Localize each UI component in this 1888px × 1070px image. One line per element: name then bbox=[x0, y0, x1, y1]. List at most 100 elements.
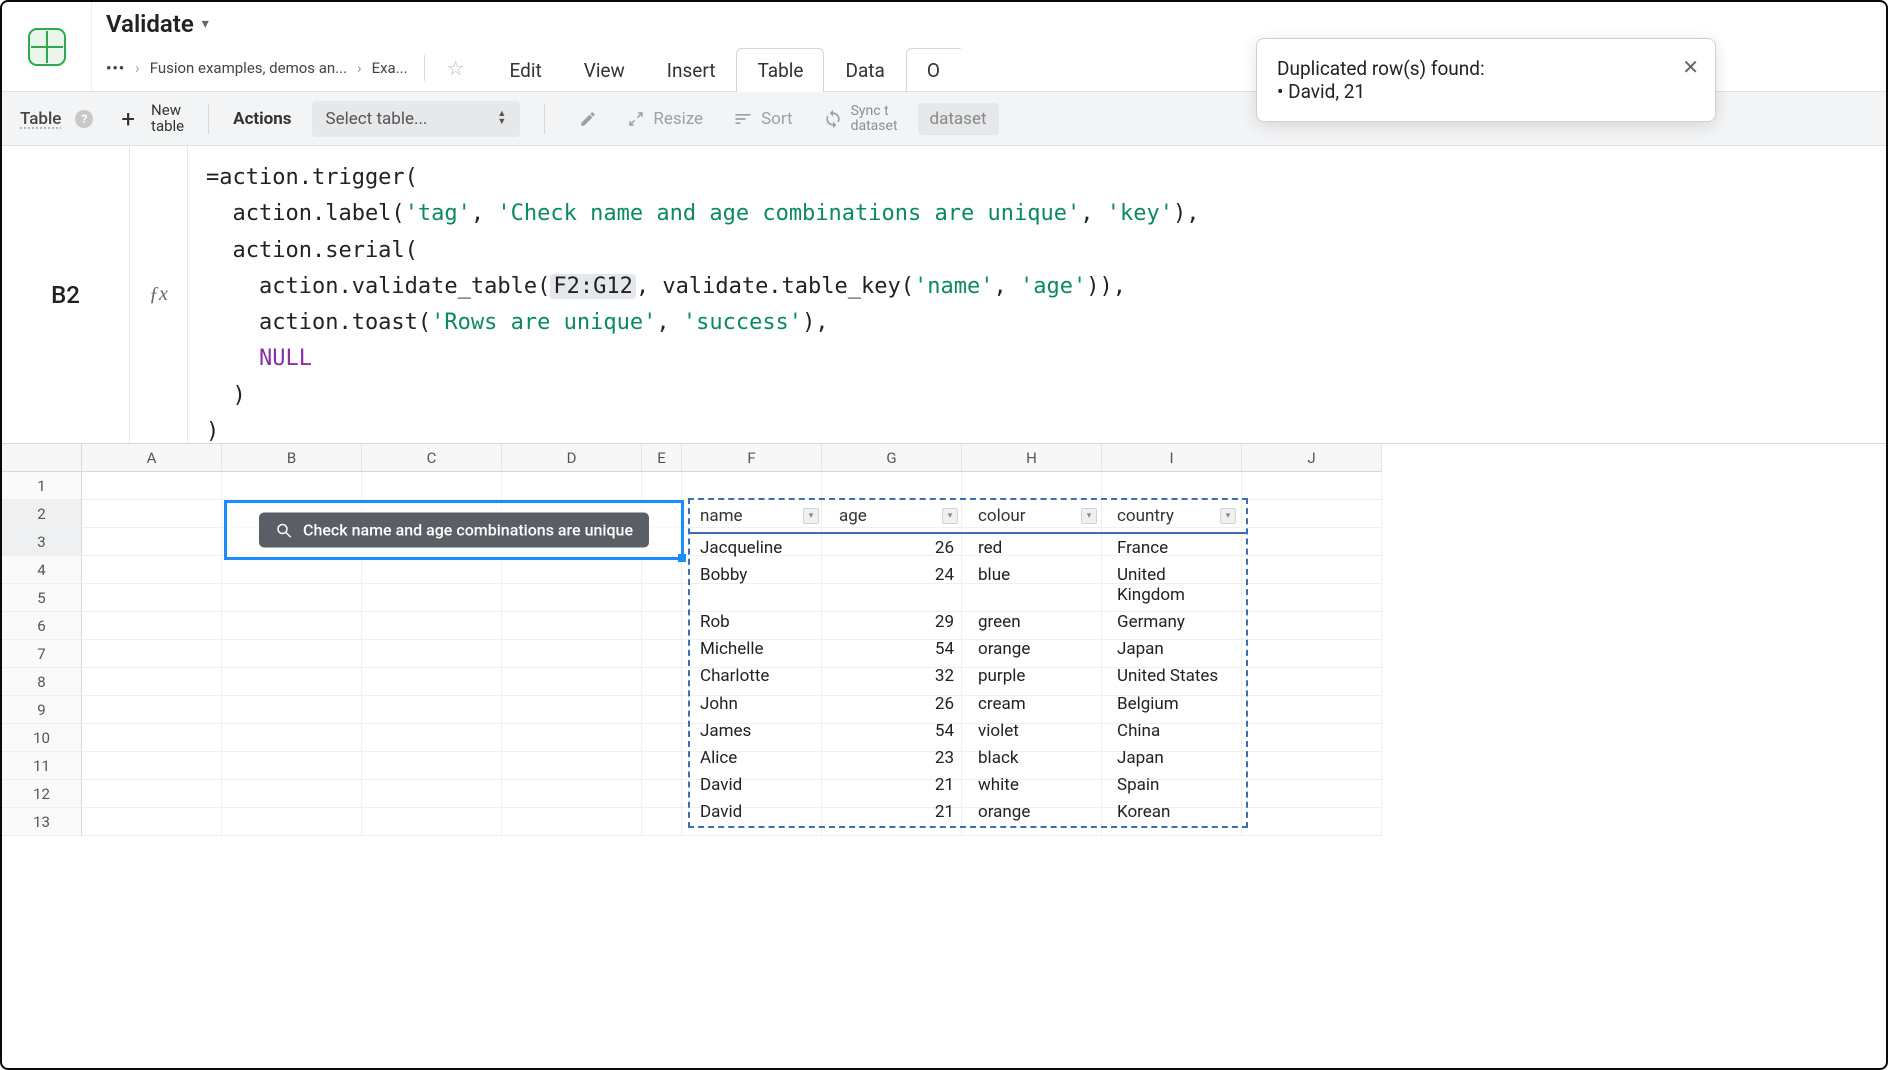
cell[interactable] bbox=[222, 584, 362, 612]
cell[interactable] bbox=[642, 724, 682, 752]
cell[interactable] bbox=[222, 808, 362, 836]
cell[interactable] bbox=[1242, 612, 1382, 640]
breadcrumb-item-1[interactable]: Fusion examples, demos an... bbox=[150, 59, 347, 77]
tab-data[interactable]: Data bbox=[824, 48, 905, 92]
row-header-11[interactable]: 11 bbox=[2, 752, 82, 780]
select-table-dropdown[interactable]: Select table... ▲▼ bbox=[312, 101, 521, 137]
tab-view[interactable]: View bbox=[563, 48, 646, 92]
edit-button[interactable] bbox=[569, 104, 607, 134]
cell[interactable] bbox=[642, 612, 682, 640]
col-header-D[interactable]: D bbox=[502, 444, 642, 472]
row-header-2[interactable]: 2 bbox=[2, 500, 82, 528]
cell[interactable] bbox=[822, 472, 962, 500]
cell[interactable] bbox=[1242, 780, 1382, 808]
chevron-down-icon[interactable]: ▾ bbox=[1220, 508, 1236, 524]
cell[interactable] bbox=[82, 752, 222, 780]
cell[interactable] bbox=[82, 724, 222, 752]
row-header-4[interactable]: 4 bbox=[2, 556, 82, 584]
table-row[interactable]: Jacqueline26redFrance bbox=[690, 534, 1246, 561]
cell[interactable] bbox=[1242, 556, 1382, 584]
cell[interactable] bbox=[222, 780, 362, 808]
cell[interactable] bbox=[222, 668, 362, 696]
cell[interactable] bbox=[502, 612, 642, 640]
cell[interactable] bbox=[362, 696, 502, 724]
cell[interactable] bbox=[362, 472, 502, 500]
cell[interactable] bbox=[1242, 668, 1382, 696]
cell[interactable] bbox=[502, 584, 642, 612]
row-header-7[interactable]: 7 bbox=[2, 640, 82, 668]
cell[interactable] bbox=[362, 668, 502, 696]
row-header-12[interactable]: 12 bbox=[2, 780, 82, 808]
cell[interactable] bbox=[502, 472, 642, 500]
cell[interactable] bbox=[962, 472, 1102, 500]
cell[interactable] bbox=[362, 556, 502, 584]
chevron-down-icon[interactable]: ▾ bbox=[942, 508, 958, 524]
new-table-button[interactable]: Newtable bbox=[151, 103, 184, 135]
cell[interactable] bbox=[1242, 472, 1382, 500]
cell[interactable] bbox=[82, 472, 222, 500]
table-header-name[interactable]: name▾ bbox=[690, 500, 829, 532]
cell[interactable] bbox=[362, 612, 502, 640]
cell[interactable] bbox=[1242, 752, 1382, 780]
cell[interactable] bbox=[82, 696, 222, 724]
table-header-colour[interactable]: colour▾ bbox=[968, 500, 1107, 532]
tab-edit[interactable]: Edit bbox=[489, 48, 563, 92]
table-row[interactable]: Michelle54orangeJapan bbox=[690, 636, 1246, 663]
table-row[interactable]: Charlotte32purpleUnited States bbox=[690, 663, 1246, 690]
cell[interactable] bbox=[502, 724, 642, 752]
table-row[interactable]: David21orangeKorean bbox=[690, 799, 1246, 826]
col-header-J[interactable]: J bbox=[1242, 444, 1382, 472]
sort-button[interactable]: Sort bbox=[723, 103, 803, 135]
cell[interactable] bbox=[362, 752, 502, 780]
cell[interactable] bbox=[1242, 808, 1382, 836]
row-header-10[interactable]: 10 bbox=[2, 724, 82, 752]
resize-button[interactable]: Resize bbox=[617, 103, 713, 135]
action-trigger-button[interactable]: Check name and age combinations are uniq… bbox=[259, 513, 649, 548]
row-header-1[interactable]: 1 bbox=[2, 472, 82, 500]
cell[interactable] bbox=[502, 780, 642, 808]
cell[interactable] bbox=[502, 640, 642, 668]
app-logo[interactable] bbox=[2, 2, 92, 91]
grid-corner[interactable] bbox=[2, 444, 82, 472]
star-icon[interactable]: ☆ bbox=[441, 56, 471, 80]
cell[interactable] bbox=[222, 640, 362, 668]
table-row[interactable]: David21whiteSpain bbox=[690, 772, 1246, 799]
cell[interactable] bbox=[642, 640, 682, 668]
cell[interactable] bbox=[502, 556, 642, 584]
table-header-country[interactable]: country▾ bbox=[1107, 500, 1246, 532]
cell[interactable] bbox=[362, 808, 502, 836]
cell[interactable] bbox=[1242, 724, 1382, 752]
plus-icon[interactable]: + bbox=[121, 105, 135, 133]
cell[interactable] bbox=[1242, 696, 1382, 724]
cell[interactable] bbox=[222, 752, 362, 780]
col-header-C[interactable]: C bbox=[362, 444, 502, 472]
tab-insert[interactable]: Insert bbox=[646, 48, 737, 92]
row-header-8[interactable]: 8 bbox=[2, 668, 82, 696]
breadcrumb-item-2[interactable]: Exa... bbox=[372, 59, 408, 77]
cell[interactable] bbox=[362, 584, 502, 612]
cell[interactable] bbox=[642, 668, 682, 696]
cell[interactable] bbox=[1242, 640, 1382, 668]
cell[interactable] bbox=[502, 808, 642, 836]
chevron-down-icon[interactable]: ▾ bbox=[1081, 508, 1097, 524]
col-header-H[interactable]: H bbox=[962, 444, 1102, 472]
formula-input[interactable]: =action.trigger( action.label('tag', 'Ch… bbox=[188, 146, 1886, 443]
cell[interactable] bbox=[82, 640, 222, 668]
cell[interactable] bbox=[1242, 500, 1382, 528]
table-row[interactable]: Rob29greenGermany bbox=[690, 608, 1246, 635]
cell[interactable] bbox=[502, 752, 642, 780]
cell[interactable] bbox=[82, 808, 222, 836]
cell[interactable] bbox=[642, 780, 682, 808]
cell[interactable] bbox=[682, 472, 822, 500]
cell[interactable] bbox=[1242, 528, 1382, 556]
help-icon[interactable]: ? bbox=[75, 110, 93, 128]
cell[interactable] bbox=[642, 752, 682, 780]
col-header-G[interactable]: G bbox=[822, 444, 962, 472]
chevron-down-icon[interactable]: ▾ bbox=[803, 508, 819, 524]
table-row[interactable]: John26creamBelgium bbox=[690, 690, 1246, 717]
cell[interactable] bbox=[222, 472, 362, 500]
cell[interactable] bbox=[1242, 584, 1382, 612]
cell[interactable] bbox=[362, 640, 502, 668]
close-icon[interactable]: ✕ bbox=[1682, 55, 1699, 79]
cell[interactable] bbox=[82, 668, 222, 696]
